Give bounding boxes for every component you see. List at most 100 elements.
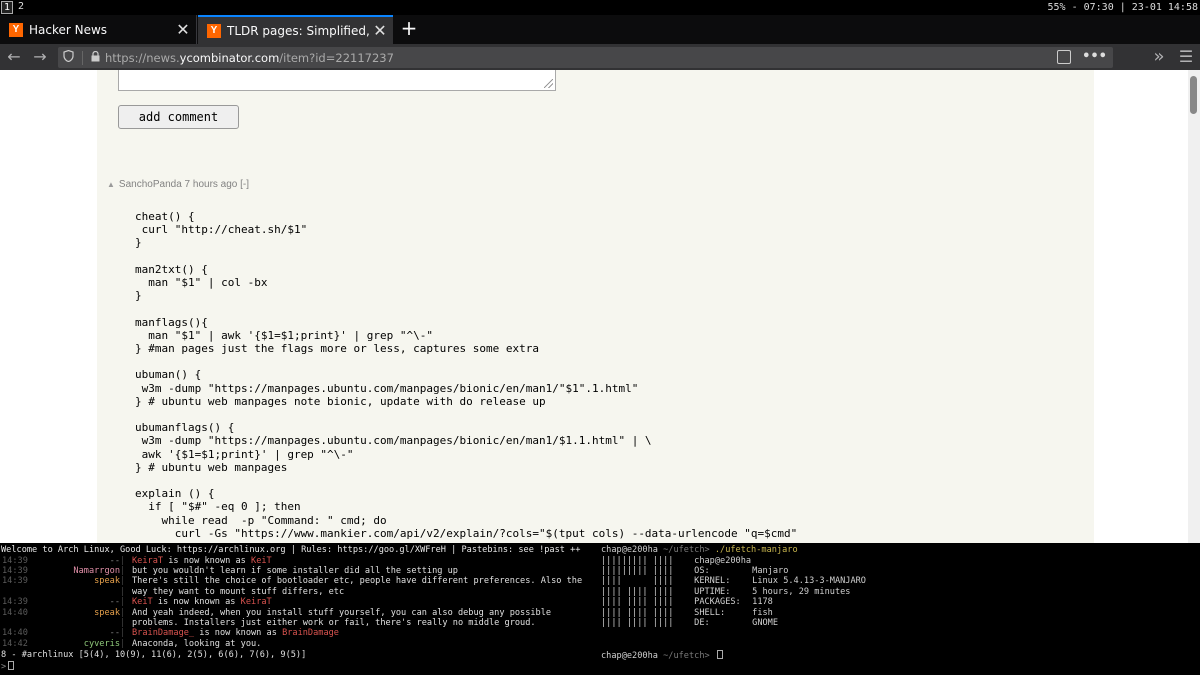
irc-nick[interactable]: --: [10, 556, 120, 566]
ufetch-command-line: chap@e200ha ~/ufetch> ./ufetch-manjaro: [601, 545, 798, 555]
url-bar[interactable]: https://news.ycombinator.com/item?id=221…: [58, 47, 1113, 68]
irc-separator: |: [120, 638, 126, 649]
new-nick: KeiraT: [240, 597, 272, 608]
irc-message: And yeah indeed, when you install stuff …: [132, 607, 552, 618]
new-nick: BrainDamage: [282, 628, 339, 639]
irc-client-pane[interactable]: Welcome to Arch Linux, Good Luck: https:…: [0, 543, 598, 675]
old-nick: BrainDamage_: [132, 628, 195, 639]
irc-input-line[interactable]: >: [1, 661, 15, 672]
comment-textarea[interactable]: [118, 70, 556, 91]
old-nick: KeiT: [132, 597, 153, 608]
tracking-shield-icon[interactable]: [58, 49, 78, 65]
ufetch-key: PACKAGES:: [694, 597, 741, 608]
irc-nick[interactable]: --: [10, 597, 120, 607]
workspace-1-button[interactable]: 1: [1, 1, 13, 14]
ufetch-final-prompt[interactable]: chap@e200ha ~/ufetch>: [601, 650, 723, 661]
ufetch-value: fish: [752, 607, 773, 618]
hn-favicon-icon: Y: [207, 23, 221, 38]
nick-change-text: is now known as: [194, 628, 283, 639]
manjaro-logo-row: |||| |||| ||||: [601, 597, 684, 608]
forward-arrow-icon[interactable]: →: [29, 47, 51, 67]
tab-strip: Y Hacker News ✕ Y TLDR pages: Simplified…: [0, 15, 1200, 44]
resize-grip-icon[interactable]: [544, 79, 553, 88]
new-nick: KeiT: [251, 555, 272, 566]
nick-change-text: is now known as: [152, 597, 241, 608]
ufetch-row: |||| |||| KERNEL: Linux 5.4.13-3-MANJARO: [601, 576, 866, 586]
prompt-user: chap@e200ha: [601, 651, 658, 661]
new-tab-button[interactable]: +: [398, 15, 420, 44]
prompt-user: chap@e200ha: [601, 545, 658, 555]
ufetch-value: 5 hours, 29 minutes: [752, 586, 851, 597]
irc-separator: |: [120, 628, 126, 639]
irc-separator: |: [120, 586, 126, 597]
irc-separator: |: [120, 607, 126, 618]
irc-nick[interactable]: cyveris: [10, 639, 120, 649]
comment-header: ▲ SanchoPanda 7 hours ago [-]: [107, 179, 249, 190]
manjaro-logo-row: |||| ||||: [601, 576, 684, 587]
comment-age-link[interactable]: 7 hours ago: [185, 179, 238, 190]
ufetch-value: Manjaro: [752, 565, 789, 576]
ufetch-key: KERNEL:: [694, 576, 731, 587]
irc-message: Anaconda, looking at you.: [132, 638, 262, 649]
system-status: 55% - 07:30 | 23-01 14:58: [1047, 2, 1198, 13]
irc-nick[interactable]: speak: [10, 608, 120, 618]
overflow-menu-button[interactable]: »: [1148, 47, 1170, 67]
irc-separator: |: [120, 565, 126, 576]
irc-separator: |: [120, 617, 126, 628]
page-scrollbar[interactable]: [1188, 70, 1200, 543]
manjaro-logo-row: |||| |||| ||||: [601, 617, 684, 628]
irc-message: KeiT is now known as KeiraT: [132, 597, 272, 607]
ufetch-key: UPTIME:: [694, 586, 731, 597]
window-manager-bar: 1 2 55% - 07:30 | 23-01 14:58: [0, 0, 1200, 15]
comment-user-link[interactable]: SanchoPanda: [119, 179, 182, 190]
irc-status-line: 8 - #archlinux [5(4), 10(9), 11(6), 2(5)…: [1, 650, 307, 660]
hamburger-menu-icon[interactable]: ☰: [1175, 47, 1197, 67]
irc-separator: |: [120, 555, 126, 566]
close-tab-icon[interactable]: ✕: [173, 20, 193, 39]
ufetch-key: DE:: [694, 617, 710, 628]
ufetch-row: |||| |||| |||| PACKAGES: 1178: [601, 597, 773, 607]
irc-nick[interactable]: speak: [10, 576, 120, 586]
ufetch-terminal-pane[interactable]: chap@e200ha ~/ufetch> ./ufetch-manjaro |…: [600, 543, 1200, 675]
reader-view-icon[interactable]: [1057, 50, 1071, 64]
tab-tldr-pages[interactable]: Y TLDR pages: Simplified, comm ✕: [198, 15, 393, 44]
tab-hacker-news[interactable]: Y Hacker News ✕: [0, 15, 197, 44]
manjaro-logo-row: ||||||||| ||||: [601, 555, 684, 566]
irc-nick[interactable]: Namarrgon: [10, 566, 120, 576]
tab-title: Hacker News: [29, 22, 108, 37]
ufetch-key: OS:: [694, 565, 710, 576]
comment-code-block: cheat() { curl "http://cheat.sh/$1" } ma…: [135, 210, 798, 540]
navigation-toolbar: ← → https://news.ycombinator.com/item?id…: [0, 44, 1200, 70]
lock-icon[interactable]: [87, 50, 103, 65]
add-comment-button[interactable]: add comment: [118, 105, 239, 129]
ufetch-row: ||||||||| |||| OS: Manjaro: [601, 566, 788, 576]
text-cursor: [8, 661, 15, 670]
text-cursor: [716, 650, 723, 659]
irc-message: but you wouldn't learn if some installer…: [132, 565, 458, 576]
workspace-2-button[interactable]: 2: [15, 1, 27, 14]
old-nick: KeiraT: [132, 555, 164, 566]
ufetch-host: chap@e200ha: [694, 555, 752, 566]
back-arrow-icon[interactable]: ←: [3, 47, 25, 67]
close-tab-icon[interactable]: ✕: [370, 21, 390, 40]
hn-favicon-icon: Y: [9, 22, 23, 37]
irc-prompt-symbol: >: [1, 662, 7, 672]
page-actions-menu-button[interactable]: •••: [1082, 47, 1107, 66]
irc-nick[interactable]: --: [10, 628, 120, 638]
page-viewport: add comment ▲ SanchoPanda 7 hours ago [-]…: [0, 70, 1188, 543]
scrollbar-thumb[interactable]: [1190, 76, 1197, 114]
irc-message: KeiraT is now known as KeiT: [132, 556, 272, 566]
ufetch-value: GNOME: [752, 617, 779, 628]
ufetch-value: 1178: [752, 597, 773, 608]
collapse-toggle[interactable]: [-]: [240, 179, 249, 190]
upvote-arrow-icon[interactable]: ▲: [107, 180, 115, 189]
manjaro-logo-row: ||||||||| ||||: [601, 565, 684, 576]
url-text[interactable]: https://news.ycombinator.com/item?id=221…: [105, 51, 394, 65]
